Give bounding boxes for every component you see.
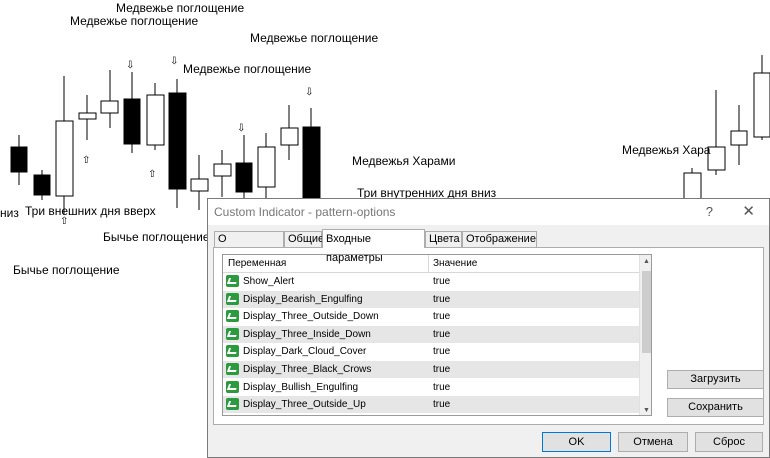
parameter-icon [226,275,239,287]
grid-scrollbar[interactable]: ▲ ▼ [639,255,651,415]
reset-button[interactable]: Сброс [695,432,763,452]
table-row[interactable]: Display_Three_Inside_Down true [223,325,639,343]
parameter-value[interactable]: true [433,399,450,410]
pattern-label: Медвежья Харами [352,154,456,168]
bear-arrow-icon: ⇩ [170,56,178,67]
load-button[interactable]: Загрузить [667,370,764,389]
tab-visualization[interactable]: Отображение [462,231,537,247]
table-row[interactable]: Display_Bullish_Engulfing true [223,379,639,396]
parameter-name: Display_Dark_Cloud_Cover [243,346,367,358]
scroll-thumb[interactable] [642,271,651,353]
tab-inputs[interactable]: Входные параметры [322,229,425,264]
bull-arrow-icon: ⇧ [82,155,90,166]
parameter-name: Display_Three_Inside_Down [243,328,371,340]
dialog-title: Custom Indicator - pattern-options [214,205,396,219]
parameter-value[interactable]: true [433,346,450,357]
column-variable[interactable]: Переменная [228,258,286,269]
parameter-value[interactable]: true [433,311,450,322]
column-value[interactable]: Значение [433,258,477,269]
scroll-down-icon[interactable]: ▼ [643,407,650,414]
pattern-label: низ [0,206,19,220]
pattern-label: Медвежье поглощение [183,62,312,76]
parameter-icon [226,327,239,340]
parameter-name: Display_Three_Black_Crows [243,364,372,375]
pattern-label: Бычье поглощение [13,263,120,277]
table-row[interactable]: Show_Alert true [223,273,639,290]
custom-indicator-dialog: Custom Indicator - pattern-options ? ✕ О… [207,198,770,458]
table-row[interactable]: Display_Three_Inside_Uptrue [223,414,639,415]
tab-about[interactable]: О программе [214,231,284,260]
pattern-label: Медвежье поглощение [116,1,245,15]
bear-arrow-icon: ⇩ [305,87,313,98]
help-icon[interactable]: ? [706,204,713,219]
table-row[interactable]: Display_Bearish_Engulfing true [223,290,639,308]
tab-colors[interactable]: Цвета [425,231,462,247]
pattern-label: Три внешних дня вверх [25,204,156,218]
parameter-value[interactable]: true [433,329,450,340]
scroll-up-icon[interactable]: ▲ [643,258,650,265]
table-row[interactable]: Display_Dark_Cloud_Cover true [223,343,639,360]
cancel-button[interactable]: Отмена [618,432,688,452]
inputs-grid: Переменная Значение Show_Alert true Displa… [222,254,652,416]
ok-button[interactable]: OK [542,432,611,452]
pattern-label: Медвежья Хара [622,143,711,157]
parameter-icon [226,292,239,305]
bear-arrow-icon: ⇩ [126,60,134,71]
parameter-icon [226,310,239,323]
parameter-name: Display_Bullish_Engulfing [243,381,359,393]
table-row[interactable]: Display_Three_Outside_Up true [223,396,639,414]
parameter-name: Display_Three_Outside_Up [243,399,366,411]
table-row[interactable]: Display_Three_Black_Crows true [223,361,639,378]
parameter-value[interactable]: true [433,382,450,393]
parameter-icon [226,345,239,358]
close-icon[interactable]: ✕ [742,202,755,220]
dialog-titlebar[interactable]: Custom Indicator - pattern-options ? ✕ [208,199,769,225]
inputs-panel: Переменная Значение Show_Alert true Displa… [213,247,764,425]
parameter-value[interactable]: true [433,364,450,375]
grid-header: Переменная Значение [223,255,639,273]
parameter-name: Display_Bearish_Engulfing [243,293,363,305]
parameter-icon [226,398,239,411]
tab-general[interactable]: Общие [284,231,324,247]
pattern-label: Медвежье поглощение [250,31,379,45]
parameter-value[interactable]: true [433,276,450,287]
parameter-icon [226,363,239,375]
save-button[interactable]: Сохранить [667,398,764,417]
parameter-name: Show_Alert [243,276,295,287]
pattern-label: Бычье поглощение [103,230,210,244]
table-row[interactable]: Display_Three_Outside_Down true [223,308,639,325]
parameter-icon [226,380,239,393]
parameter-value[interactable]: true [433,294,450,305]
bear-arrow-icon: ⇩ [237,123,245,134]
parameter-name: Display_Three_Outside_Down [243,311,379,323]
pattern-label: Медвежье поглощение [70,14,199,28]
bull-arrow-icon: ⇧ [148,169,156,180]
